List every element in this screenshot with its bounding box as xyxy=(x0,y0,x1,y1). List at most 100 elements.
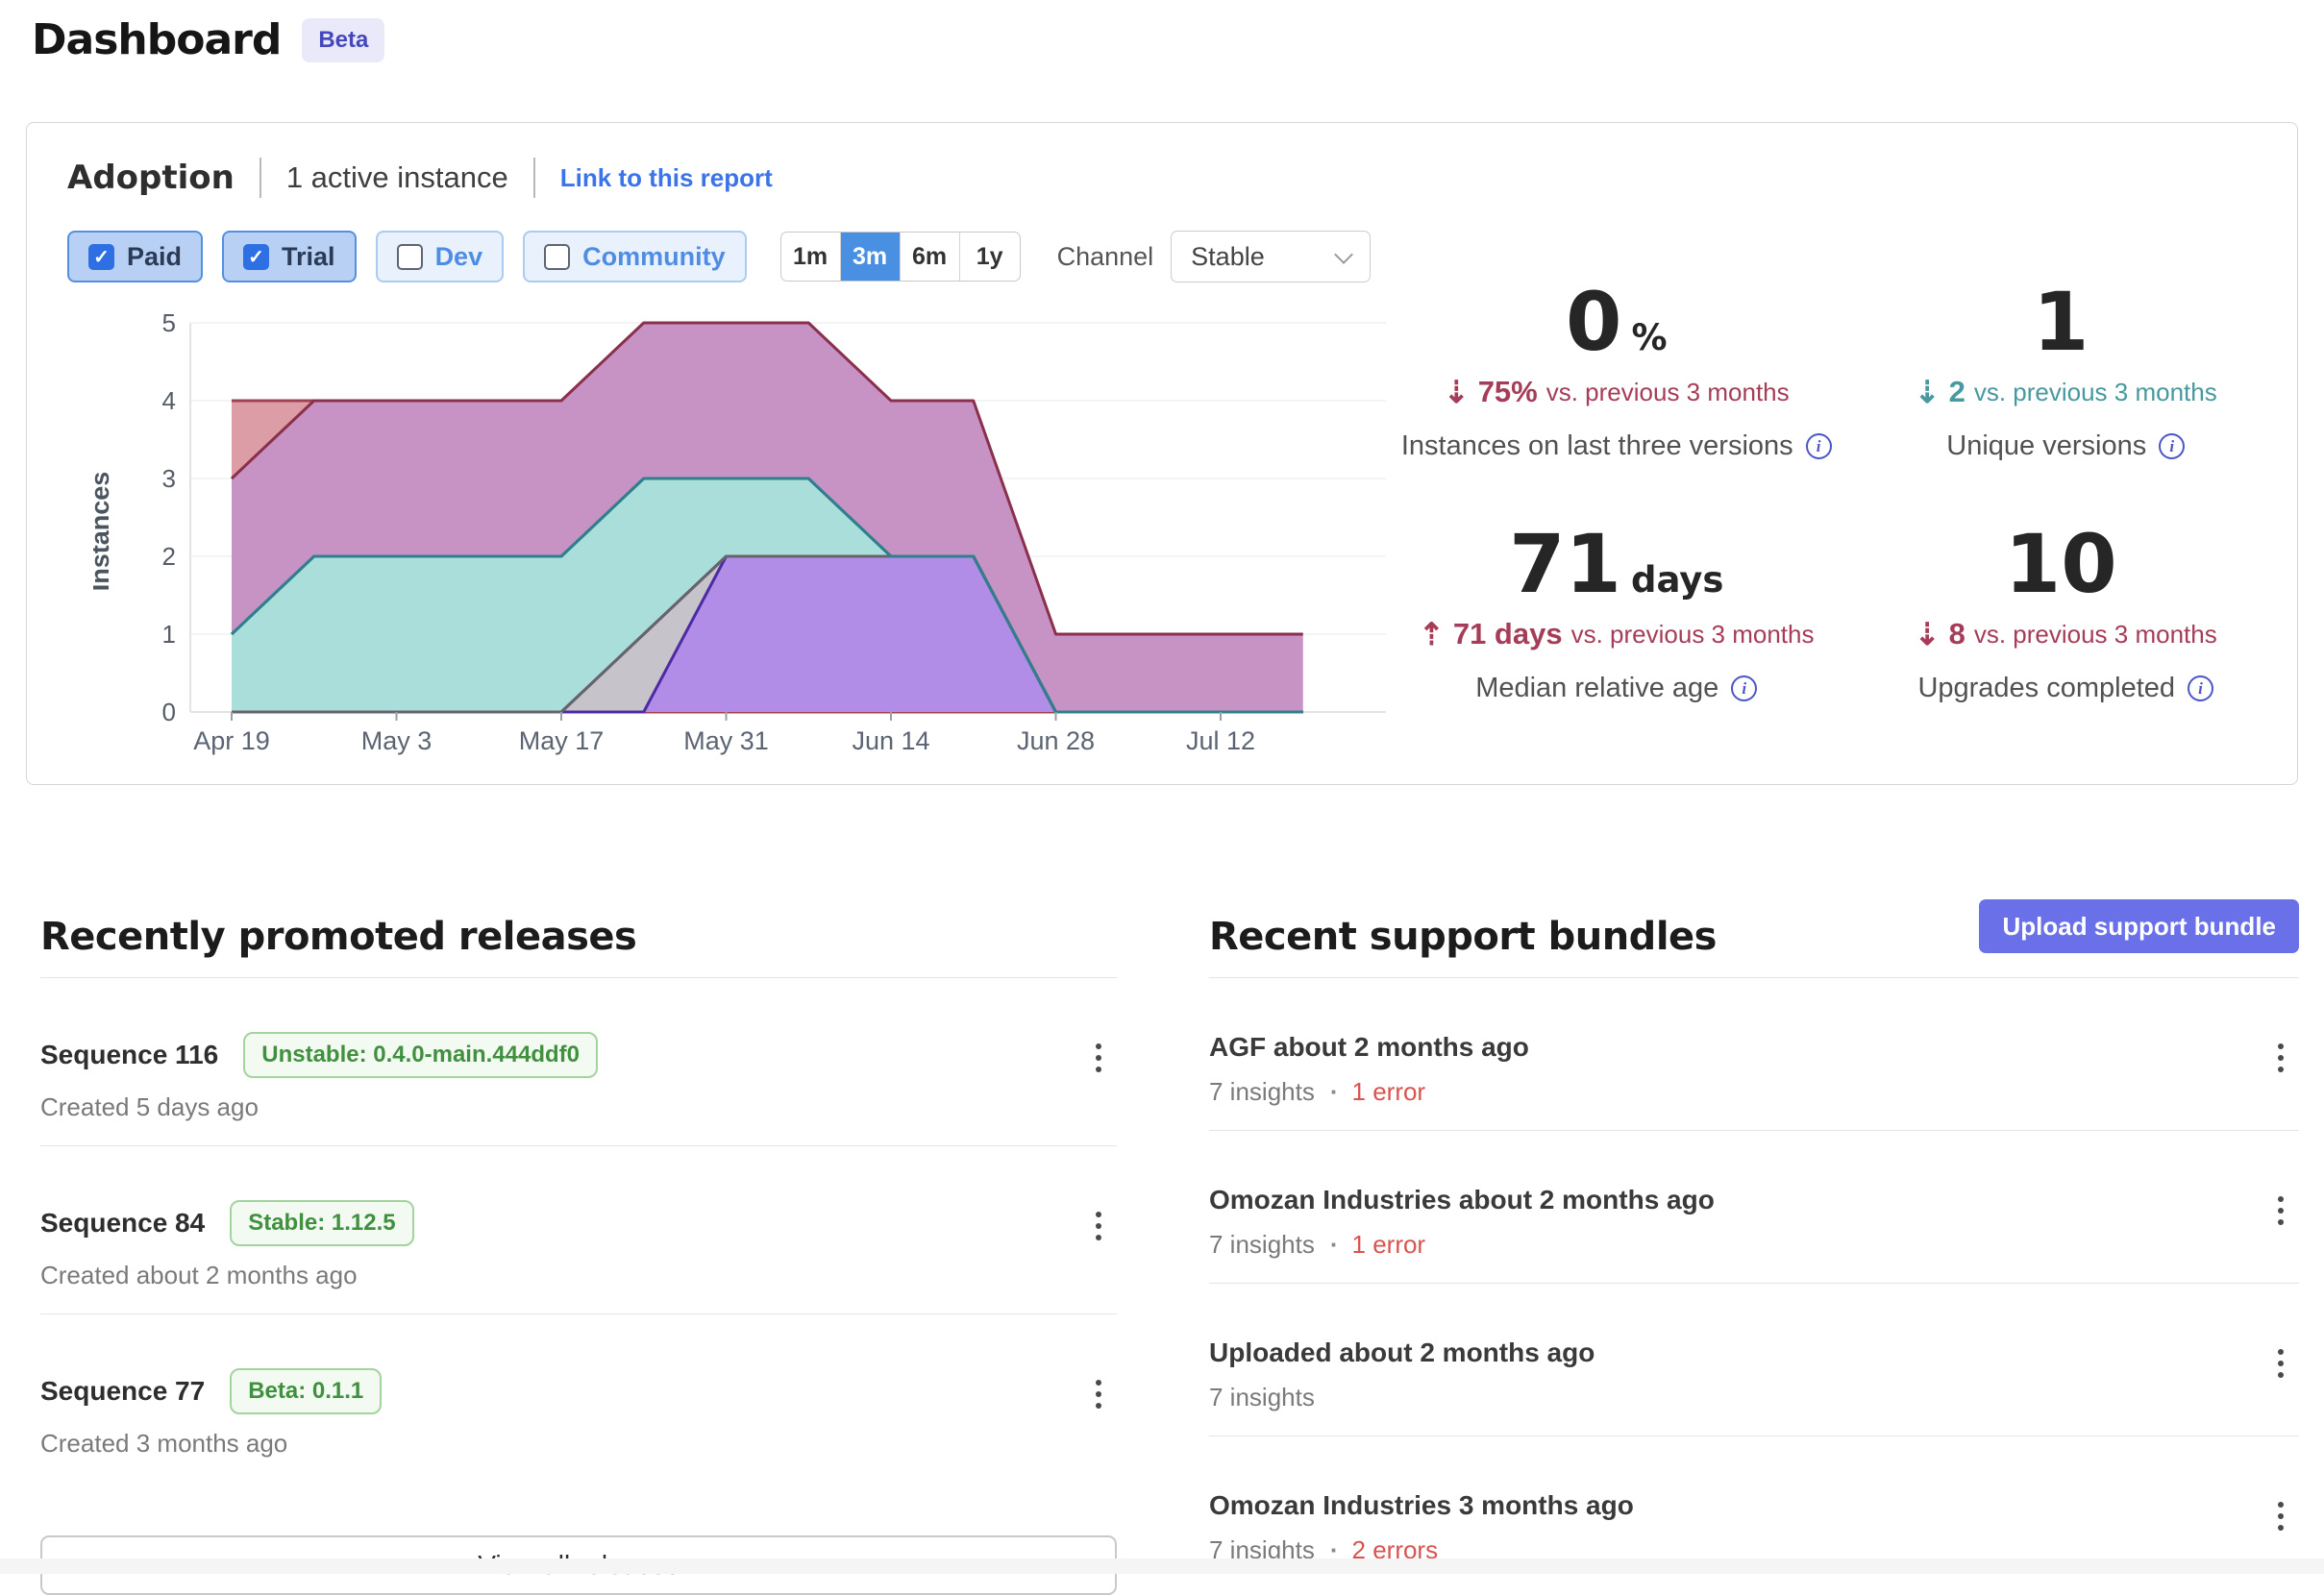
release-row: Sequence 116 Unstable: 0.4.0-main.444ddf… xyxy=(40,977,1117,1145)
page-header: Dashboard Beta xyxy=(32,15,384,64)
filter-label: Community xyxy=(582,242,726,272)
beta-badge: Beta xyxy=(302,18,384,62)
trend-down-icon: ⇣ xyxy=(1915,378,1941,406)
kebab-menu-icon[interactable] xyxy=(2272,1343,2289,1384)
kebab-menu-icon[interactable] xyxy=(2272,1038,2289,1078)
change-rest: vs. previous 3 months xyxy=(1974,620,2217,650)
bundle-errors: 1 error xyxy=(1315,1077,1425,1107)
time-range-1y[interactable]: 1y xyxy=(960,233,1020,281)
filter-pill-paid[interactable]: Paid xyxy=(67,231,203,282)
stat-change: ⇣ 2 vs. previous 3 months xyxy=(1915,375,2217,409)
bundle-title: AGF about 2 months ago xyxy=(1209,1032,1529,1063)
upload-support-bundle-button[interactable]: Upload support bundle xyxy=(1979,899,2299,953)
time-range-selector: 1m 3m 6m 1y xyxy=(780,232,1021,282)
stat-value: 1 xyxy=(2033,275,2089,369)
stat-upgrades-completed: 10 ⇣ 8 vs. previous 3 months Upgrades co… xyxy=(1842,517,2291,748)
support-bundle-row: AGF about 2 months ago 7 insights 1 erro… xyxy=(1209,977,2299,1130)
info-icon[interactable]: i xyxy=(1806,433,1832,459)
checkbox-checked-icon[interactable] xyxy=(88,244,114,270)
channel-select[interactable]: Stable xyxy=(1171,231,1371,282)
support-bundles-section: Recent support bundles Upload support bu… xyxy=(1209,915,2299,1595)
svg-text:May 17: May 17 xyxy=(519,726,605,755)
release-created: Created 5 days ago xyxy=(40,1092,1117,1122)
checkbox-unchecked-icon[interactable] xyxy=(397,244,423,270)
adoption-stats: 0 % ⇣ 75% vs. previous 3 months Instance… xyxy=(1392,275,2290,748)
filter-pill-community[interactable]: Community xyxy=(523,231,747,282)
kebab-menu-icon[interactable] xyxy=(2272,1496,2289,1536)
filter-label: Trial xyxy=(282,242,335,272)
time-range-1m[interactable]: 1m xyxy=(781,233,841,281)
svg-text:Apr 19: Apr 19 xyxy=(193,726,270,755)
svg-text:0: 0 xyxy=(162,698,176,726)
trend-down-icon: ⇣ xyxy=(1915,620,1941,649)
stat-change: ⇡ 71 days vs. previous 3 months xyxy=(1419,617,1814,651)
svg-text:Jun 14: Jun 14 xyxy=(852,726,929,755)
bundle-title: Uploaded about 2 months ago xyxy=(1209,1337,1595,1368)
stat-unique-versions: 1 ⇣ 2 vs. previous 3 months Unique versi… xyxy=(1842,275,2291,517)
change-value: 8 xyxy=(1949,617,1966,651)
svg-text:May 3: May 3 xyxy=(361,726,433,755)
adoption-card-header: Adoption 1 active instance Link to this … xyxy=(67,158,773,198)
checkbox-checked-icon[interactable] xyxy=(243,244,269,270)
stat-instances-last-three-versions: 0 % ⇣ 75% vs. previous 3 months Instance… xyxy=(1392,275,1842,517)
time-range-6m[interactable]: 6m xyxy=(901,233,960,281)
bundle-errors: 1 error xyxy=(1315,1230,1425,1260)
kebab-menu-icon[interactable] xyxy=(2272,1190,2289,1231)
svg-text:3: 3 xyxy=(162,464,176,493)
change-rest: vs. previous 3 months xyxy=(1571,620,1815,650)
stat-suffix: % xyxy=(1631,317,1667,358)
divider xyxy=(533,158,535,198)
active-instance-count: 1 active instance xyxy=(286,160,508,195)
filter-label: Dev xyxy=(435,242,483,272)
change-value: 75% xyxy=(1478,375,1538,409)
svg-text:1: 1 xyxy=(162,620,176,649)
release-title: Sequence 116 xyxy=(40,1040,218,1070)
info-icon[interactable]: i xyxy=(1731,675,1757,701)
change-value: 2 xyxy=(1949,375,1966,409)
svg-text:2: 2 xyxy=(162,542,176,571)
info-icon[interactable]: i xyxy=(2159,433,2185,459)
support-bundle-row: Omozan Industries about 2 months ago 7 i… xyxy=(1209,1130,2299,1283)
stat-suffix: days xyxy=(1631,559,1723,601)
release-version-badge: Stable: 1.12.5 xyxy=(230,1200,413,1246)
stat-label: Unique versions xyxy=(1946,430,2146,462)
bundle-insights: 7 insights xyxy=(1209,1383,1315,1412)
svg-text:Jul 12: Jul 12 xyxy=(1186,726,1255,755)
info-icon[interactable]: i xyxy=(2188,675,2213,701)
kebab-menu-icon[interactable] xyxy=(1090,1038,1107,1078)
page-title: Dashboard xyxy=(32,15,281,64)
trend-up-icon: ⇡ xyxy=(1419,620,1445,649)
change-value: 71 days xyxy=(1453,617,1563,651)
checkbox-unchecked-icon[interactable] xyxy=(544,244,570,270)
channel-select-value: Stable xyxy=(1191,242,1265,272)
svg-text:Instances: Instances xyxy=(93,472,114,592)
adoption-area-chart: 012345Apr 19May 3May 17May 31Jun 14Jun 2… xyxy=(93,306,1400,767)
filter-pill-trial[interactable]: Trial xyxy=(222,231,357,282)
time-range-3m[interactable]: 3m xyxy=(841,233,901,281)
release-created: Created about 2 months ago xyxy=(40,1261,1117,1290)
stat-value: 10 xyxy=(2005,517,2117,611)
kebab-menu-icon[interactable] xyxy=(1090,1374,1107,1414)
svg-text:5: 5 xyxy=(162,308,176,337)
release-row: Sequence 84 Stable: 1.12.5 Created about… xyxy=(40,1145,1117,1313)
bundle-title: Omozan Industries 3 months ago xyxy=(1209,1490,1634,1521)
releases-heading: Recently promoted releases xyxy=(40,915,1117,977)
filter-pill-dev[interactable]: Dev xyxy=(376,231,505,282)
chevron-down-icon xyxy=(1334,245,1353,264)
stat-change: ⇣ 75% vs. previous 3 months xyxy=(1444,375,1790,409)
stat-value: 71 xyxy=(1509,517,1621,611)
stat-change: ⇣ 8 vs. previous 3 months xyxy=(1915,617,2217,651)
svg-text:Jun 28: Jun 28 xyxy=(1017,726,1095,755)
filter-row: Paid Trial Dev Community 1m 3m 6m 1y Cha… xyxy=(67,231,1371,282)
release-created: Created 3 months ago xyxy=(40,1429,1117,1459)
kebab-menu-icon[interactable] xyxy=(1090,1206,1107,1246)
release-title: Sequence 77 xyxy=(40,1376,205,1407)
release-row: Sequence 77 Beta: 0.1.1 Created 3 months… xyxy=(40,1313,1117,1482)
bundle-title: Omozan Industries about 2 months ago xyxy=(1209,1185,1715,1215)
recent-releases-section: Recently promoted releases Sequence 116 … xyxy=(40,915,1117,1595)
link-to-report[interactable]: Link to this report xyxy=(560,163,773,193)
support-bundle-row: Uploaded about 2 months ago 7 insights xyxy=(1209,1283,2299,1436)
bundle-insights: 7 insights xyxy=(1209,1077,1315,1107)
stat-value: 0 xyxy=(1566,275,1621,369)
stat-median-relative-age: 71 days ⇡ 71 days vs. previous 3 months … xyxy=(1392,517,1842,748)
